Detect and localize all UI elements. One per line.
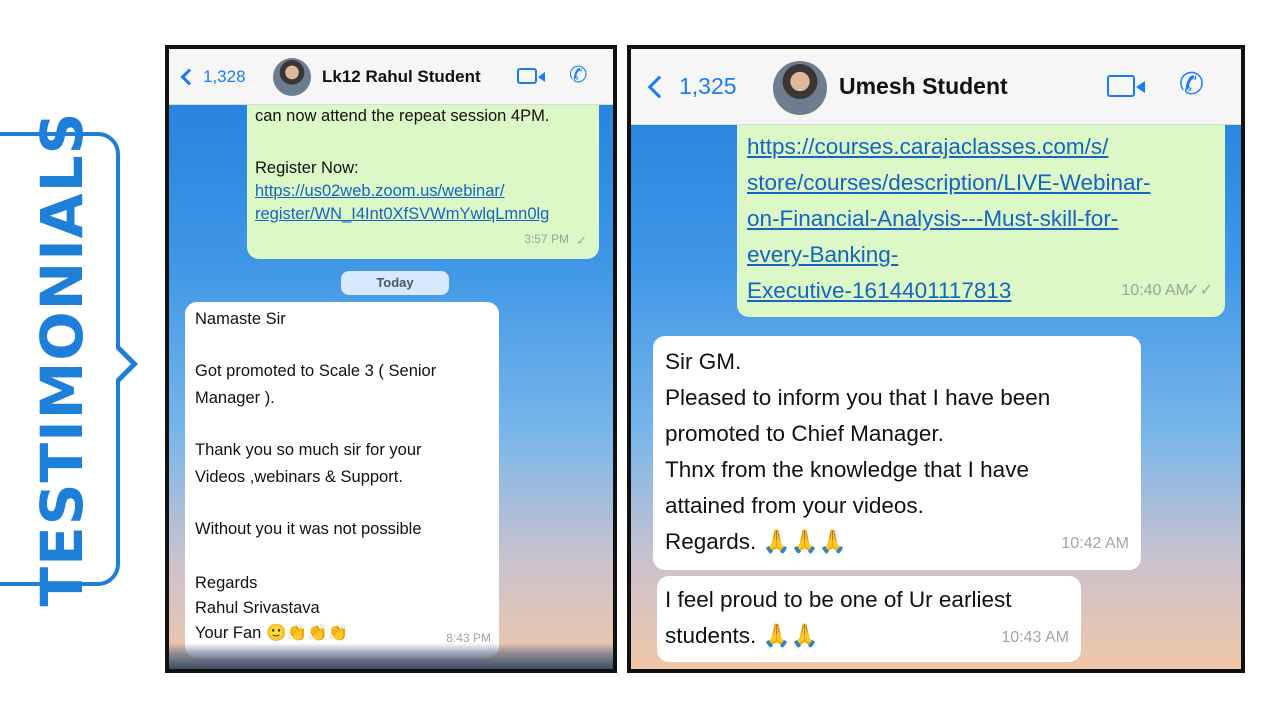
chat-screenshot-umesh: https://courses.carajaclasses.com/s/ sto… [627,45,1245,673]
chat-screenshot-rahul: can now attend the repeat session 4PM. R… [165,45,617,673]
avatar[interactable] [773,61,827,115]
video-camera-icon[interactable] [517,68,545,84]
message-line: I feel proud to be one of Ur earliest [665,587,1012,612]
message-line: can now attend the repeat session 4PM. [255,107,550,125]
message-time: 3:57 PM [524,232,569,246]
outgoing-message: can now attend the repeat session 4PM. R… [247,79,599,259]
message-line: Videos ,webinars & Support. [195,468,403,486]
outgoing-message: https://courses.carajaclasses.com/s/ sto… [737,105,1225,317]
webinar-link[interactable]: register/WN_I4Int0XfSVWmYwlqLmn0lg [255,203,589,226]
message-line: attained from your videos. [665,493,924,518]
message-line: Got promoted to Scale 3 ( Senior [195,362,437,380]
message-line: Sir GM. [665,349,742,374]
back-button[interactable]: 1,325 [647,73,737,100]
message-line: Rahul Srivastava [195,599,320,617]
message-line: Your Fan 🙂👏👏👏 [195,624,349,642]
avatar[interactable] [273,58,311,96]
message-line [195,331,489,354]
chat-header: 1,328 Lk12 Rahul Student ✆ [169,49,613,105]
message-line [195,489,489,512]
message-line: Thank you so much sir for your [195,441,422,459]
webinar-link[interactable]: https://us02web.zoom.us/webinar/ [255,180,589,203]
chevron-left-icon [647,75,671,98]
message-line: Register Now: [255,159,359,177]
incoming-message: Namaste Sir Got promoted to Scale 3 ( Se… [185,302,499,658]
unread-count: 1,325 [679,73,737,99]
phone-icon[interactable]: ✆ [569,63,587,88]
contact-name[interactable]: Umesh Student [839,73,1008,100]
course-link[interactable]: https://courses.carajaclasses.com/s/ [747,129,1215,165]
message-time: 10:43 AM [1001,629,1069,646]
message-time: 10:40 AM [1121,282,1189,299]
course-link[interactable]: store/courses/description/LIVE-Webinar- [747,165,1215,201]
message-line: Regards [195,574,258,592]
course-link[interactable]: every-Banking- [747,237,1215,273]
course-link[interactable]: on-Financial-Analysis---Must-skill-for- [747,201,1215,237]
chat-header: 1,325 Umesh Student ✆ [631,49,1241,125]
date-separator: Today [341,271,449,295]
read-check-icon: ✓✓ [1186,282,1213,299]
message-line: Namaste Sir [195,310,286,328]
message-line: Without you it was not possible [195,520,422,538]
unread-count: 1,328 [203,66,246,86]
phone-icon[interactable]: ✆ [1179,67,1204,102]
video-camera-icon[interactable] [1107,75,1145,97]
read-check-icon: ✓ [576,233,587,248]
incoming-message: Sir GM. Pleased to inform you that I hav… [653,336,1141,570]
message-line [255,128,589,151]
chevron-left-icon [180,68,198,85]
message-line: Pleased to inform you that I have been [665,385,1051,410]
message-line [195,410,489,433]
message-line: Manager ). [195,389,275,407]
message-time: 10:42 AM [1061,535,1129,552]
message-line: Thnx from the knowledge that I have [665,457,1029,482]
back-button[interactable]: 1,328 [180,66,246,87]
contact-name[interactable]: Lk12 Rahul Student [322,67,481,87]
message-line [195,541,489,564]
incoming-message: I feel proud to be one of Ur earliest st… [657,576,1081,662]
testimonials-label: TESTIMONIALS [28,111,96,607]
message-line: promoted to Chief Manager. [665,421,944,446]
background-skyline [169,643,613,669]
